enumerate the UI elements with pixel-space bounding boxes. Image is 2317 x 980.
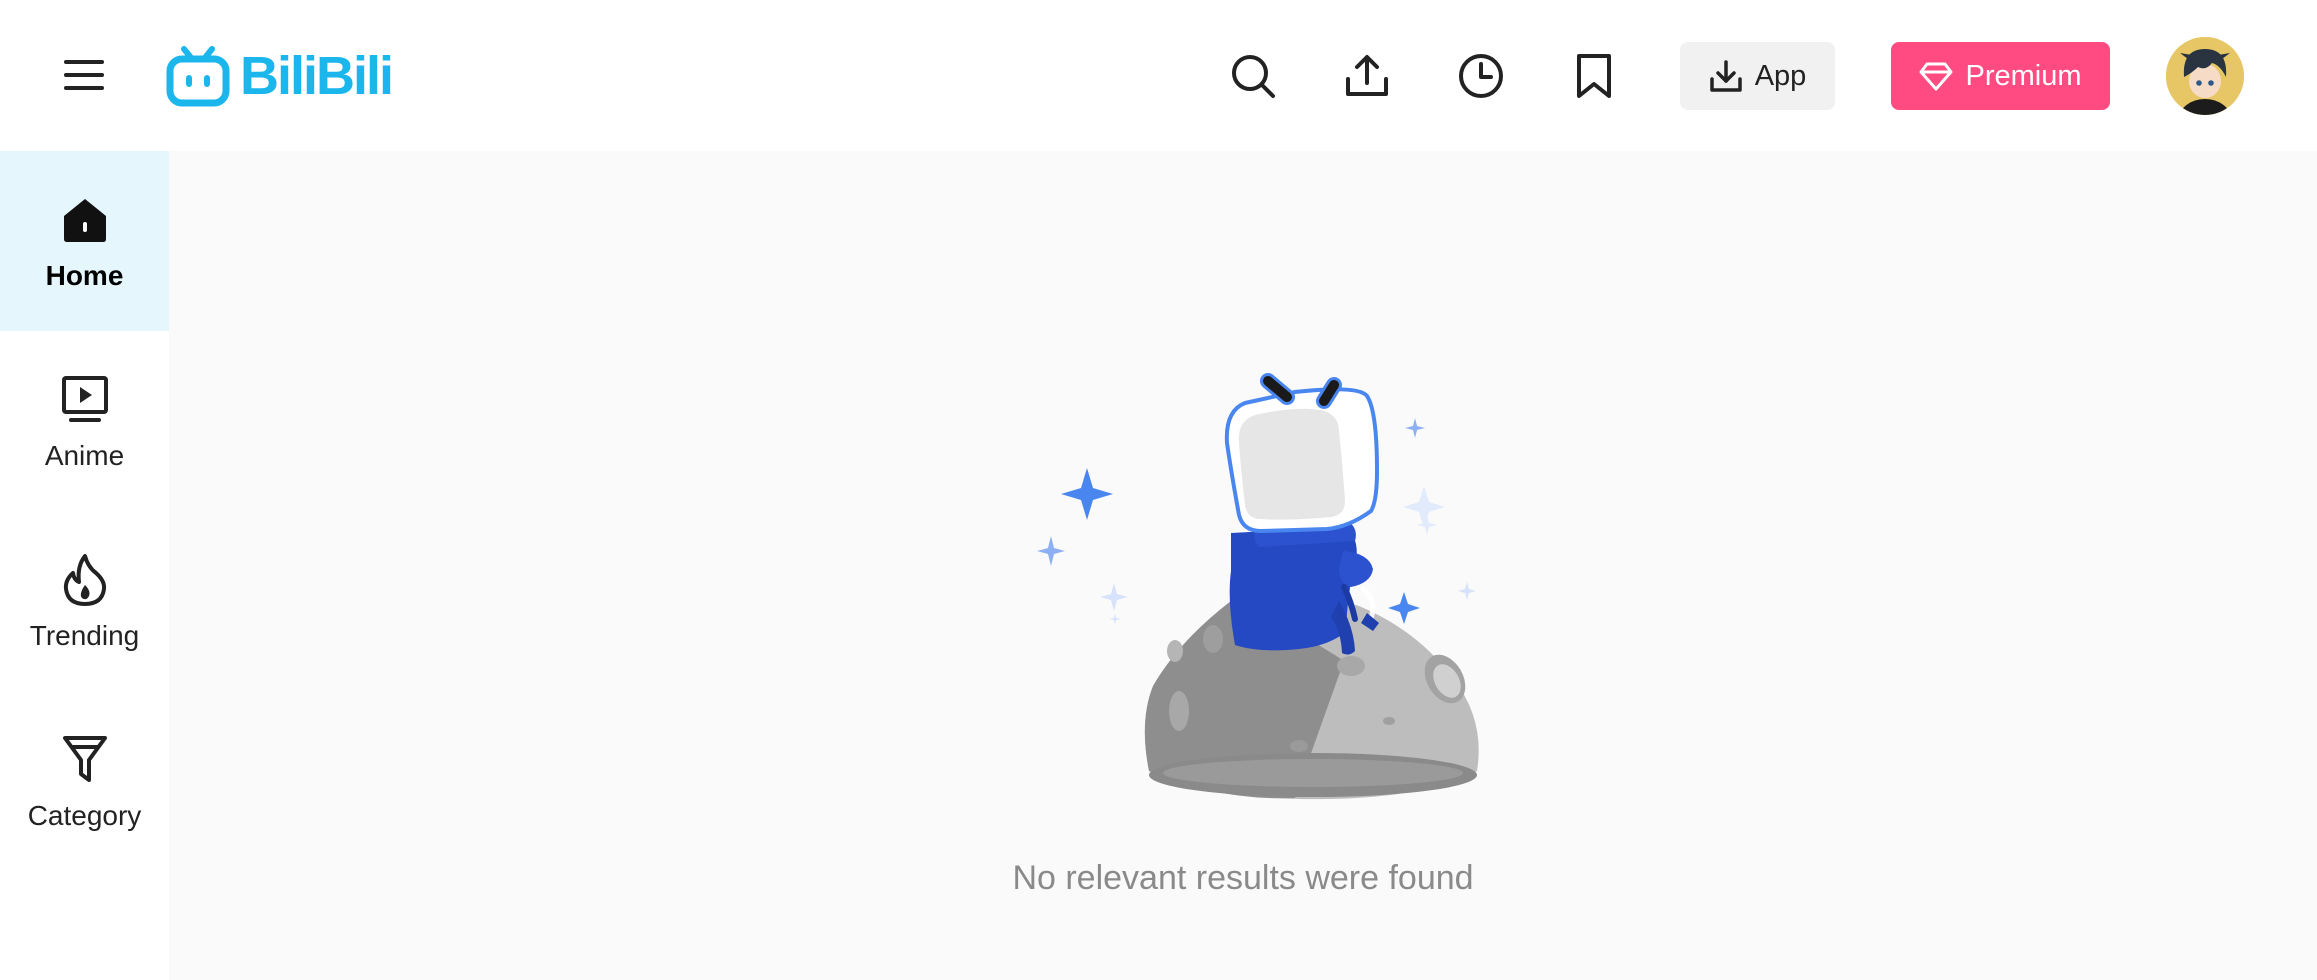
clock-icon [1459,54,1503,98]
logo-text: BiliBili [240,46,394,106]
app-button-label: App [1754,59,1807,92]
sidebar-item-category[interactable]: Category [0,691,169,871]
top-header: BiliBili App Premium [0,0,2317,151]
history-button[interactable] [1449,44,1513,108]
upload-icon [1346,55,1388,96]
avatar-image [2166,37,2244,115]
sidebar-item-label: Anime [44,440,125,471]
sidebar-item-label: Category [27,800,142,831]
main-content: No relevant results were found [169,151,2317,980]
sidebar: Home Anime Trending Category [0,151,169,980]
upload-button[interactable] [1335,44,1399,108]
favorites-button[interactable] [1562,44,1626,108]
diamond-icon [1919,62,1953,91]
user-avatar[interactable] [2166,37,2244,115]
flame-icon [63,554,106,606]
bookmark-icon [1577,54,1611,98]
sidebar-item-anime[interactable]: Anime [0,331,169,511]
bilibili-logo[interactable]: BiliBili [166,44,394,108]
premium-button-label: Premium [1965,59,2082,92]
download-icon [1709,60,1742,92]
search-button[interactable] [1221,44,1285,108]
hamburger-menu-button[interactable] [54,50,114,100]
download-app-button[interactable]: App [1680,42,1835,110]
sidebar-item-trending[interactable]: Trending [0,511,169,691]
tv-logo-icon [166,46,230,107]
empty-results-message: No relevant results were found [1012,859,1474,897]
play-screen-icon [61,376,108,422]
premium-button[interactable]: Premium [1891,42,2110,110]
sidebar-item-label: Home [45,260,124,291]
filter-icon [62,736,107,782]
hamburger-menu-icon [64,60,104,90]
search-icon [1232,55,1275,98]
home-icon [63,199,106,242]
sidebar-item-label: Trending [29,620,140,651]
sidebar-item-home[interactable]: Home [0,151,169,331]
